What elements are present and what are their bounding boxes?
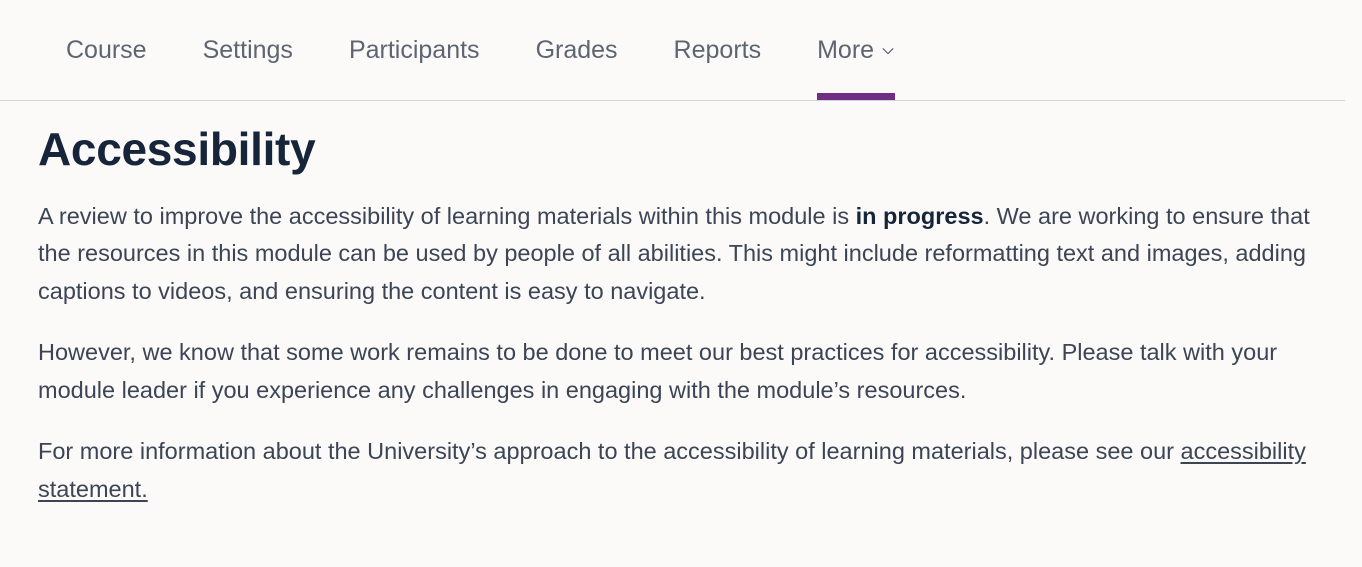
nav-list: Course Settings Participants Grades Repo…: [0, 0, 1362, 100]
paragraph-1-text-before: A review to improve the accessibility of…: [38, 202, 856, 229]
nav-link-more[interactable]: More: [789, 35, 923, 64]
nav-item-more: More: [789, 0, 923, 100]
nav-item-course: Course: [38, 0, 175, 100]
nav-link-course[interactable]: Course: [38, 37, 175, 63]
nav-link-reports[interactable]: Reports: [646, 37, 790, 63]
nav-link-grades[interactable]: Grades: [508, 37, 646, 63]
nav-item-grades: Grades: [508, 0, 646, 100]
course-nav: Course Settings Participants Grades Repo…: [0, 0, 1362, 101]
paragraph-1-emphasis: in progress: [855, 202, 984, 229]
page-title: Accessibility: [38, 123, 316, 175]
paragraph-3-text-before: For more information about the Universit…: [38, 438, 1181, 465]
paragraph-review-status: A review to improve the accessibility of…: [38, 198, 1324, 311]
nav-bottom-divider: [0, 100, 1345, 101]
nav-item-participants: Participants: [321, 0, 508, 100]
chevron-down-icon: [881, 44, 895, 58]
nav-link-settings[interactable]: Settings: [175, 37, 321, 63]
paragraph-remaining-work: However, we know that some work remains …: [38, 334, 1324, 409]
nav-item-settings: Settings: [175, 0, 321, 100]
nav-link-more-label: More: [817, 35, 875, 64]
active-tab-indicator: [817, 93, 896, 100]
paragraph-2-text: However, we know that some work remains …: [38, 339, 1278, 403]
page-root: Course Settings Participants Grades Repo…: [0, 0, 1362, 567]
paragraph-more-information: For more information about the Universit…: [38, 433, 1324, 508]
nav-link-participants[interactable]: Participants: [321, 37, 508, 63]
nav-item-reports: Reports: [646, 0, 790, 100]
main-content: Accessibility A review to improve the ac…: [0, 101, 1362, 508]
